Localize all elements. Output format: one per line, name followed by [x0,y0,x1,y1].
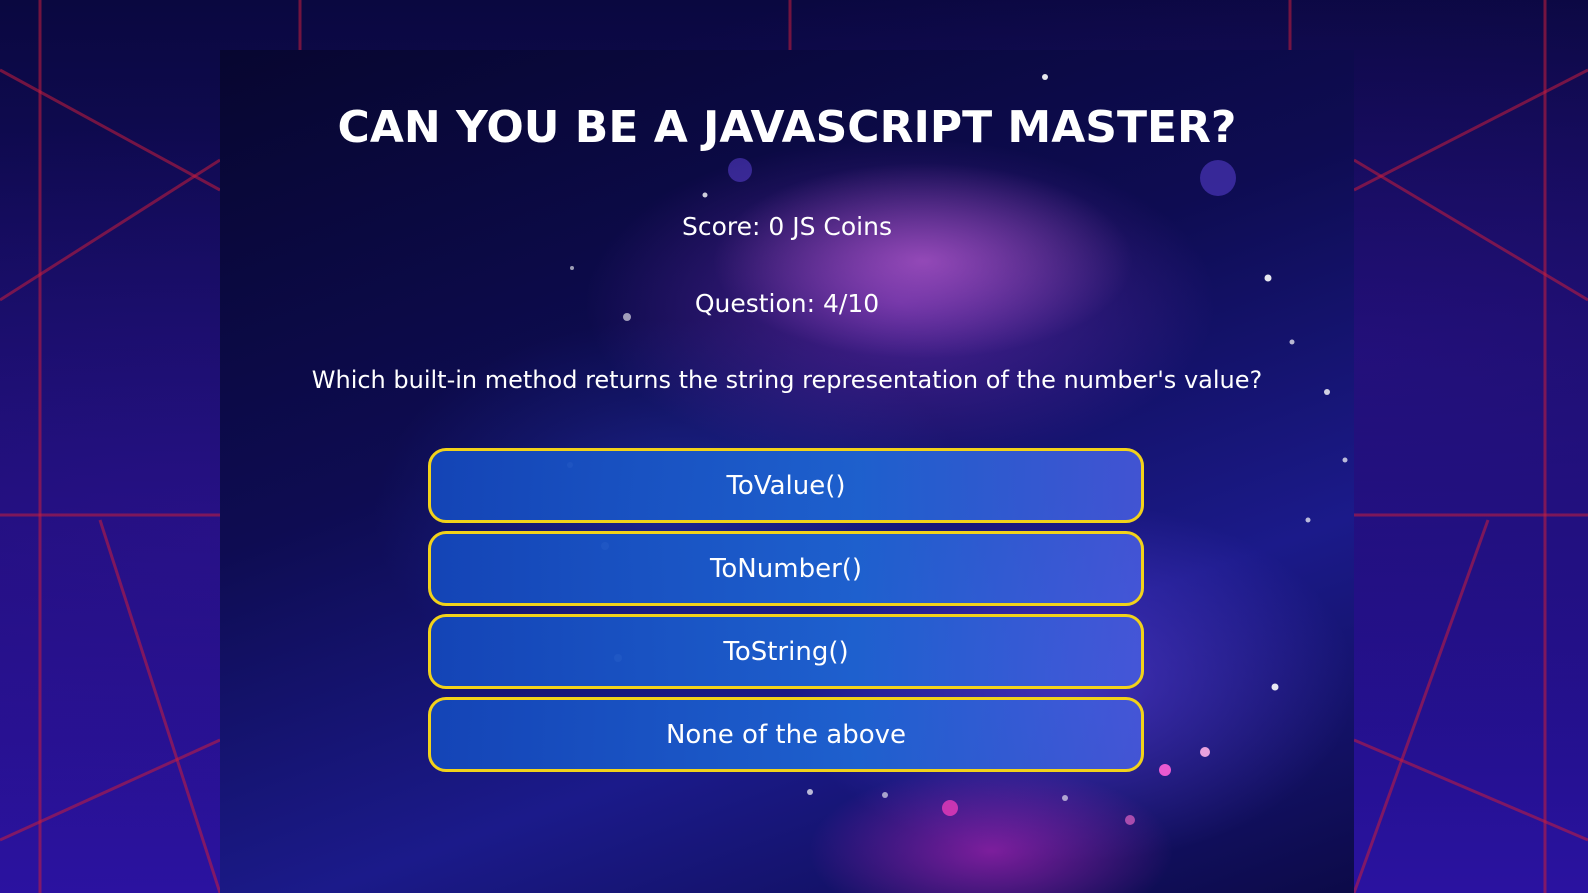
answer-button-4[interactable]: None of the above [428,697,1144,772]
answer-button-2[interactable]: ToNumber() [428,531,1144,606]
answer-list: ToValue() ToNumber() ToString() None of … [428,448,1144,780]
answer-button-3[interactable]: ToString() [428,614,1144,689]
question-text: Which built-in method returns the string… [311,366,1263,394]
score-display: Score: 0 JS Coins [682,212,892,241]
question-counter: Question: 4/10 [694,289,880,318]
quiz-panel: CAN YOU BE A JAVASCRIPT MASTER? Score: 0… [220,50,1354,893]
game-title: CAN YOU BE A JAVASCRIPT MASTER? [337,102,1237,153]
answer-button-1[interactable]: ToValue() [428,448,1144,523]
